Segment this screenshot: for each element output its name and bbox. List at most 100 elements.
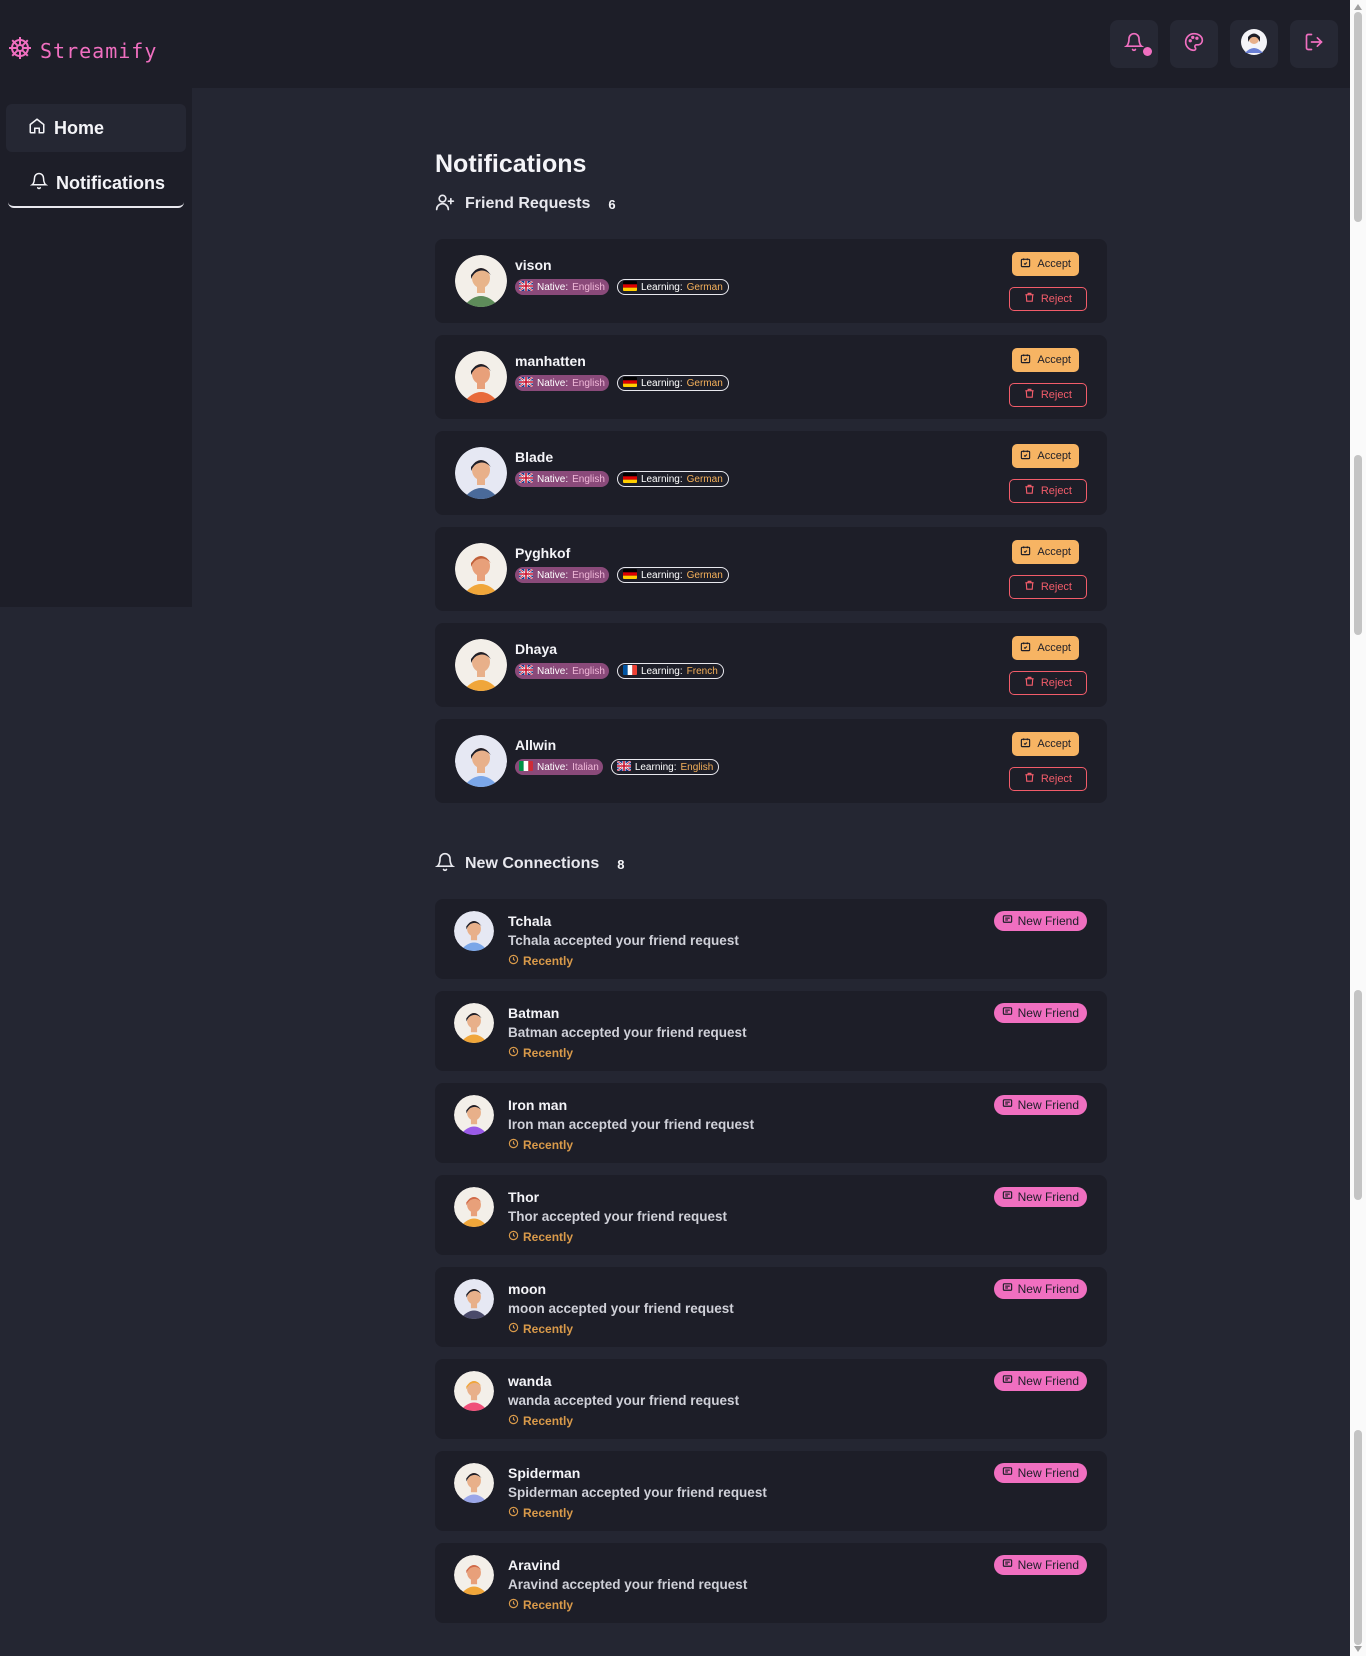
- avatar: [454, 911, 494, 951]
- reject-button[interactable]: Reject: [1008, 383, 1087, 407]
- learning-language: English: [680, 761, 714, 773]
- bell-icon: [1123, 32, 1145, 57]
- accept-button[interactable]: Accept: [1012, 540, 1079, 564]
- reject-button[interactable]: Reject: [1008, 287, 1087, 311]
- page-title: Notifications: [435, 150, 587, 178]
- friend-request-list: vison Native: English Learning: German Accept…: [435, 239, 1107, 803]
- connection-message: Thor accepted your friend request: [508, 1209, 728, 1224]
- sidebar-item-notifications[interactable]: Notifications: [8, 160, 184, 208]
- badge-label: New Friend: [1017, 914, 1079, 928]
- accept-label: Accept: [1037, 354, 1071, 366]
- connection-message: Spiderman accepted your friend request: [508, 1485, 767, 1500]
- timestamp: Recently: [508, 1322, 573, 1336]
- connection-message: Aravind accepted your friend request: [508, 1577, 748, 1592]
- avatar: [454, 1187, 494, 1227]
- flag-icon: [622, 568, 637, 582]
- section-title: New Connections: [465, 855, 600, 872]
- reject-button[interactable]: Reject: [1008, 671, 1087, 695]
- message-square-icon: [1002, 1006, 1013, 1020]
- brand[interactable]: Streamify: [8, 36, 157, 65]
- scrollbar[interactable]: [1350, 0, 1366, 1656]
- timestamp: Recently: [508, 1414, 573, 1428]
- palette-icon: [1184, 32, 1204, 57]
- scroll-down-arrow[interactable]: [1354, 1646, 1362, 1652]
- connection-card: Iron man Iron man accepted your friend re…: [435, 1083, 1107, 1163]
- clock-icon: [508, 1046, 519, 1060]
- user-name: Aravind: [508, 1557, 561, 1573]
- scroll-thumb[interactable]: [1354, 12, 1362, 222]
- theme-button[interactable]: [1170, 20, 1218, 68]
- native-language-badge: Native: English: [515, 279, 609, 295]
- language-badges: Native: English Learning: French: [515, 663, 724, 679]
- user-name: Dhaya: [515, 641, 558, 657]
- user-name: Allwin: [515, 737, 557, 753]
- user-name: Blade: [515, 449, 554, 465]
- trash-icon: [1024, 676, 1035, 690]
- timestamp-label: Recently: [523, 1506, 574, 1520]
- connection-message: wanda accepted your friend request: [508, 1393, 740, 1408]
- flag-icon: [622, 376, 637, 390]
- trash-icon: [1024, 388, 1035, 402]
- language-badges: Native: English Learning: German: [515, 375, 729, 391]
- native-label: Native:: [537, 281, 569, 293]
- flag-icon: [519, 760, 533, 774]
- avatar: [454, 1371, 494, 1411]
- new-friend-badge: New Friend: [993, 911, 1087, 931]
- calendar-check-icon: [1020, 449, 1031, 463]
- learning-language-badge: Learning: English: [610, 759, 720, 775]
- friend-request-card: Blade Native: English Learning: German Accept…: [435, 431, 1107, 515]
- native-language-badge: Native: English: [515, 663, 609, 679]
- flag-icon: [519, 280, 533, 294]
- count-badge: 8: [609, 855, 633, 873]
- badge-label: New Friend: [1017, 1098, 1079, 1112]
- timestamp-label: Recently: [523, 1414, 574, 1428]
- scroll-thumb[interactable]: [1354, 1430, 1362, 1645]
- accept-button[interactable]: Accept: [1012, 444, 1079, 468]
- reject-button[interactable]: Reject: [1008, 767, 1087, 791]
- scroll-thumb[interactable]: [1354, 990, 1362, 1200]
- avatar: [454, 1463, 494, 1503]
- reject-button[interactable]: Reject: [1008, 479, 1087, 503]
- connection-card: Spiderman Spiderman accepted your friend …: [435, 1451, 1107, 1531]
- learning-language: German: [686, 569, 723, 581]
- new-friend-badge: New Friend: [993, 1463, 1087, 1483]
- language-badges: Native: English Learning: German: [515, 279, 729, 295]
- avatar: [1241, 28, 1267, 60]
- learning-label: Learning:: [634, 761, 677, 773]
- new-connections-heading: New Connections 8: [434, 851, 1107, 877]
- learning-language-badge: Learning: French: [616, 663, 724, 679]
- accept-button[interactable]: Accept: [1012, 348, 1079, 372]
- user-plus-icon: [435, 192, 455, 217]
- reject-label: Reject: [1040, 581, 1072, 593]
- user-name: moon: [508, 1281, 547, 1297]
- accept-button[interactable]: Accept: [1012, 732, 1079, 756]
- native-language: English: [572, 281, 605, 293]
- avatar: [455, 447, 507, 499]
- learning-language-badge: Learning: German: [616, 471, 729, 487]
- avatar: [454, 1555, 494, 1595]
- user-name: Pyghkof: [515, 545, 571, 561]
- profile-button[interactable]: [1230, 20, 1278, 68]
- calendar-check-icon: [1020, 641, 1031, 655]
- accept-button[interactable]: Accept: [1012, 636, 1079, 660]
- reject-button[interactable]: Reject: [1008, 575, 1087, 599]
- native-language-badge: Native: English: [515, 375, 609, 391]
- reject-label: Reject: [1040, 773, 1072, 785]
- new-friend-badge: New Friend: [993, 1371, 1087, 1391]
- learning-label: Learning:: [640, 665, 683, 677]
- logout-button[interactable]: [1290, 20, 1338, 68]
- friend-request-card: Dhaya Native: English Learning: French Accept…: [435, 623, 1107, 707]
- scroll-thumb[interactable]: [1354, 455, 1362, 635]
- accept-button[interactable]: Accept: [1012, 252, 1079, 276]
- bell-icon: [29, 172, 49, 195]
- notifications-button[interactable]: [1110, 20, 1158, 68]
- learning-language-badge: Learning: German: [616, 375, 729, 391]
- calendar-check-icon: [1020, 257, 1031, 271]
- user-name: manhatten: [515, 353, 586, 369]
- trash-icon: [1024, 292, 1035, 306]
- message-square-icon: [1002, 1282, 1013, 1296]
- timestamp-label: Recently: [523, 1138, 574, 1152]
- sidebar-item-home[interactable]: Home: [6, 104, 186, 152]
- scroll-up-arrow[interactable]: [1354, 4, 1362, 10]
- accept-label: Accept: [1037, 450, 1071, 462]
